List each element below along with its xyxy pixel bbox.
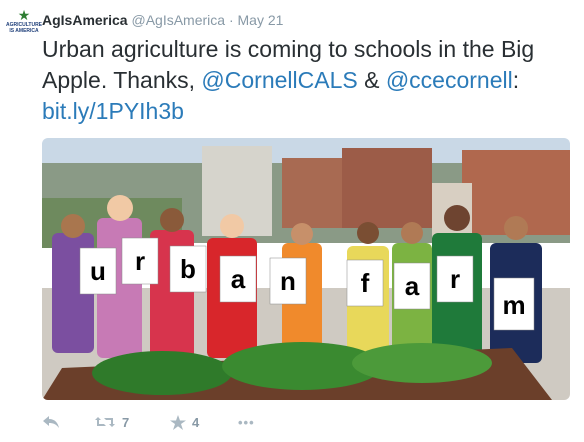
photo-illustration: u r b a n f a r m (42, 138, 570, 400)
photo-letter: m (502, 290, 525, 320)
photo-letter: f (361, 268, 370, 298)
retweet-button[interactable]: 7 (94, 415, 170, 430)
tweet-card: ★ AGRICULTURE IS AMERICA AgIsAmerica @Ag… (0, 0, 584, 442)
photo-letter: a (405, 271, 420, 301)
favorite-button[interactable]: 4 (170, 414, 238, 430)
tweet-text-part: & (357, 67, 386, 93)
author-handle[interactable]: @AgIsAmerica (131, 12, 225, 28)
photo-letter: r (135, 246, 145, 276)
favorite-count: 4 (192, 414, 200, 430)
building (282, 158, 342, 228)
mention-cornellcals-link[interactable]: @CornellCALS (201, 67, 357, 93)
tweet-actions: 7 4 ••• (42, 410, 255, 434)
star-icon (170, 414, 186, 430)
author-name[interactable]: AgIsAmerica (42, 12, 128, 28)
tweet-photo[interactable]: u r b a n f a r m (42, 138, 570, 400)
mention-ccecornell-link[interactable]: @ccecornell (386, 67, 513, 93)
separator-dot: · (228, 12, 234, 28)
star-logo-icon: ★ (17, 7, 31, 23)
more-dots-icon: ••• (238, 414, 255, 430)
more-options-button[interactable]: ••• (238, 415, 255, 430)
tweet-text: Urban agriculture is coming to schools i… (42, 34, 572, 127)
avatar[interactable]: ★ AGRICULTURE IS AMERICA (6, 7, 43, 40)
photo-letter: r (450, 264, 460, 294)
photo-letter: a (231, 264, 246, 294)
photo-letter: u (90, 256, 106, 286)
tweet-text-part: : (512, 67, 520, 93)
retweet-count: 7 (122, 414, 130, 430)
photo-letter: b (180, 254, 196, 284)
avatar-text: AGRICULTURE IS AMERICA (6, 22, 43, 34)
reply-button[interactable] (42, 415, 94, 429)
tweet-date[interactable]: May 21 (238, 12, 284, 28)
retweet-icon (95, 417, 115, 427)
reply-icon (43, 416, 59, 428)
photo-letter: n (280, 266, 296, 296)
tweet-header: AgIsAmerica @AgIsAmerica · May 21 (42, 11, 283, 29)
short-url-link[interactable]: bit.ly/1PYIh3b (42, 98, 184, 124)
building (342, 148, 432, 228)
